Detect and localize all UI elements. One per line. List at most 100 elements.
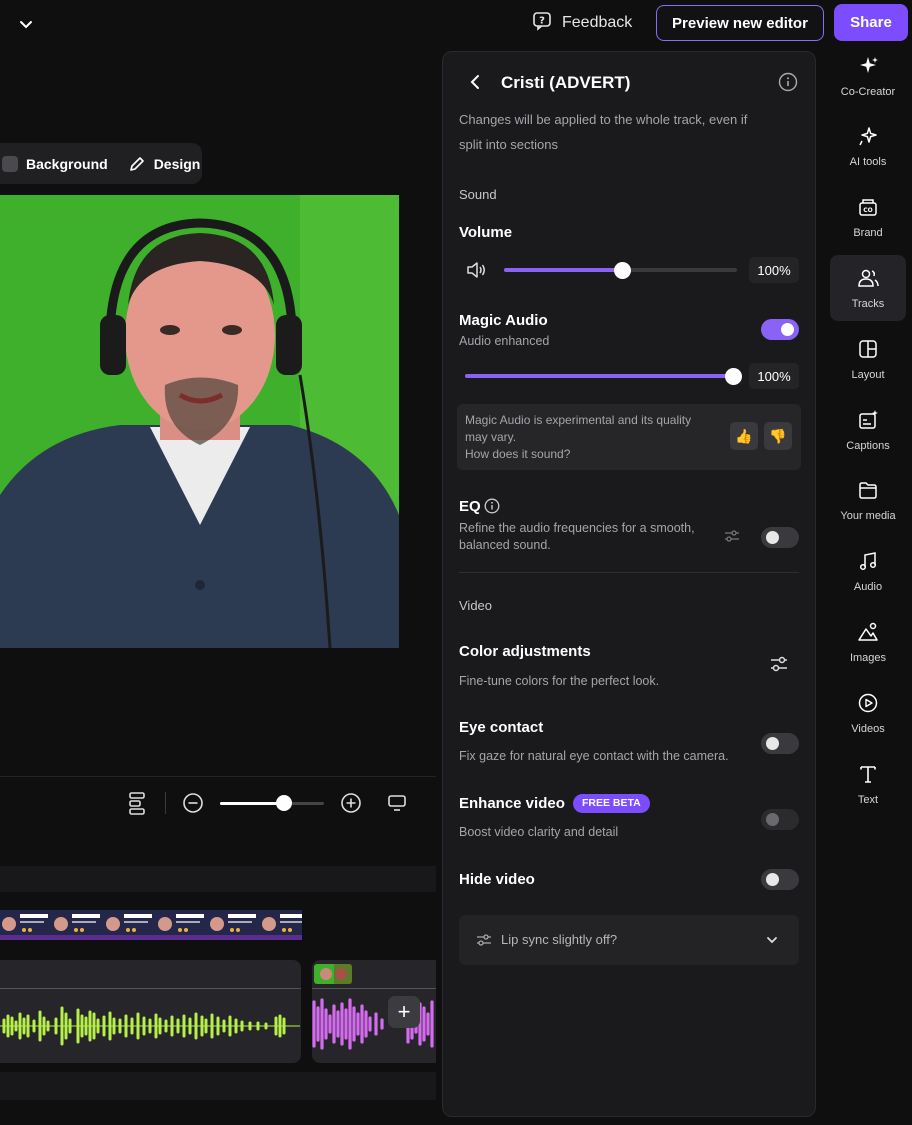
- rail-label: Brand: [853, 227, 883, 240]
- lip-sync-label: Lip sync slightly off?: [501, 932, 618, 947]
- rail-item-videos[interactable]: Videos: [830, 680, 906, 746]
- toolbar-separator: [165, 792, 166, 814]
- free-beta-badge: FREE BETA: [573, 794, 650, 813]
- feedback-label: Feedback: [562, 14, 633, 31]
- clip-baseline-2: [312, 988, 436, 989]
- hide-video-label: Hide video: [459, 871, 535, 888]
- svg-text:?: ?: [539, 15, 545, 26]
- magic-audio-label: Magic Audio: [459, 312, 548, 329]
- zoom-slider-fill: [220, 802, 284, 805]
- eq-toggle[interactable]: [761, 527, 799, 548]
- magic-audio-status: Audio enhanced: [459, 334, 550, 348]
- rail-item-your-media[interactable]: Your media: [830, 468, 906, 534]
- pencil-icon[interactable]: [128, 155, 146, 173]
- rail-label: Tracks: [851, 297, 885, 310]
- play-icon: [857, 692, 879, 717]
- color-adjust-sliders-icon[interactable]: [769, 655, 789, 678]
- thumbs-up-icon[interactable]: 👍: [730, 422, 758, 450]
- video-preview[interactable]: [0, 195, 399, 648]
- rail-label: AI tools: [849, 156, 887, 169]
- rail-label: Images: [849, 651, 887, 664]
- users-icon: [857, 267, 879, 292]
- rail-label: Your media: [840, 510, 896, 523]
- magic-audio-slider-thumb[interactable]: [725, 368, 742, 385]
- music-icon: [857, 550, 879, 575]
- volume-slider-thumb[interactable]: [614, 262, 631, 279]
- design-button[interactable]: Design: [154, 156, 201, 172]
- info-icon[interactable]: [778, 72, 798, 97]
- speaker-video-frame: [0, 195, 399, 648]
- rail-label: Co-Creator: [840, 85, 896, 98]
- rail-item-tracks[interactable]: Tracks: [830, 255, 906, 322]
- notice-line-1: Changes will be applied to the whole tra…: [459, 112, 748, 127]
- track-settings-panel: Cristi (ADVERT) Changes will be applied …: [442, 51, 816, 1117]
- lip-sync-settings-icon: [475, 932, 493, 953]
- eq-settings-icon[interactable]: [723, 528, 741, 549]
- enhance-video-desc: Boost video clarity and detail: [459, 825, 619, 839]
- volume-slider-fill: [504, 268, 622, 272]
- timeline-empty-track: [0, 1072, 436, 1100]
- chevron-down-icon: [763, 931, 781, 954]
- video-section-heading: Video: [459, 598, 493, 613]
- rail-label: Audio: [853, 581, 883, 594]
- canvas-toolbar: Background Design: [0, 143, 202, 184]
- svg-text:CO: CO: [863, 207, 873, 214]
- lip-sync-dropdown[interactable]: Lip sync slightly off?: [459, 915, 799, 965]
- rail-item-text[interactable]: Text: [830, 751, 906, 817]
- zoom-out-icon[interactable]: [182, 792, 204, 819]
- zoom-slider-thumb[interactable]: [276, 795, 292, 811]
- magic-audio-slider-fill: [465, 374, 733, 378]
- rail-item-ai-tools[interactable]: AI tools: [830, 114, 906, 180]
- eye-contact-toggle[interactable]: [761, 733, 799, 754]
- sound-section-heading: Sound: [459, 187, 497, 202]
- image-icon: [857, 621, 879, 646]
- rail-label: Text: [857, 793, 879, 806]
- rail-label: Layout: [851, 368, 885, 381]
- eq-desc-line-1: Refine the audio frequencies for a smoot…: [459, 521, 695, 535]
- video-thumbnails: [0, 910, 302, 940]
- panel-title: Cristi (ADVERT): [501, 73, 631, 92]
- eq-info-icon[interactable]: [484, 498, 500, 519]
- volume-label: Volume: [459, 224, 513, 241]
- zoom-in-icon[interactable]: [340, 792, 362, 819]
- background-swatch-icon[interactable]: [2, 155, 18, 172]
- share-button[interactable]: Share: [834, 4, 908, 41]
- add-clip-button[interactable]: +: [388, 996, 420, 1028]
- rail-item-layout[interactable]: Layout: [830, 326, 906, 392]
- rail-item-images[interactable]: Images: [830, 609, 906, 675]
- back-arrow-icon[interactable]: [467, 72, 485, 97]
- timeline-divider: [0, 776, 436, 777]
- feedback-button[interactable]: ? Feedback: [532, 8, 632, 38]
- clip-baseline: [0, 988, 301, 989]
- rail-item-co-creator[interactable]: Co-Creator: [830, 43, 906, 109]
- magic-audio-value[interactable]: 100%: [749, 363, 799, 389]
- rail-item-brand[interactable]: CO Brand: [830, 185, 906, 251]
- background-button[interactable]: Background: [26, 156, 108, 172]
- speaker-icon[interactable]: [465, 260, 487, 285]
- magic-note-line-1: Magic Audio is experimental and its qual…: [465, 413, 692, 427]
- video-thumbnail-strip[interactable]: [0, 910, 302, 940]
- eye-contact-label: Eye contact: [459, 719, 544, 736]
- enhance-video-toggle[interactable]: [761, 809, 799, 830]
- layout-icon: [857, 338, 879, 363]
- align-tracks-icon[interactable]: [126, 790, 150, 821]
- magic-icon: [857, 125, 879, 150]
- chevron-down-icon[interactable]: [14, 12, 38, 36]
- rail-item-captions[interactable]: Captions: [830, 397, 906, 463]
- preview-new-editor-button[interactable]: Preview new editor: [656, 5, 824, 41]
- volume-value[interactable]: 100%: [749, 257, 799, 283]
- thumbs-down-icon[interactable]: 👎: [764, 422, 792, 450]
- magic-note-line-3: How does it sound?: [465, 447, 571, 461]
- hide-video-toggle[interactable]: [761, 869, 799, 890]
- timeline-ruler: [0, 866, 436, 892]
- fit-screen-icon[interactable]: [386, 792, 408, 819]
- magic-audio-note: Magic Audio is experimental and its qual…: [457, 404, 801, 470]
- eye-contact-desc: Fix gaze for natural eye contact with th…: [459, 749, 729, 763]
- audio-waveform-green: [0, 1006, 300, 1046]
- enhance-video-label: Enhance video: [459, 795, 565, 812]
- magic-audio-toggle[interactable]: [761, 319, 799, 340]
- audio-clip-primary[interactable]: [0, 960, 301, 1063]
- rail-label: Captions: [846, 439, 890, 452]
- rail-item-audio[interactable]: Audio: [830, 539, 906, 605]
- eq-label: EQ: [459, 498, 481, 515]
